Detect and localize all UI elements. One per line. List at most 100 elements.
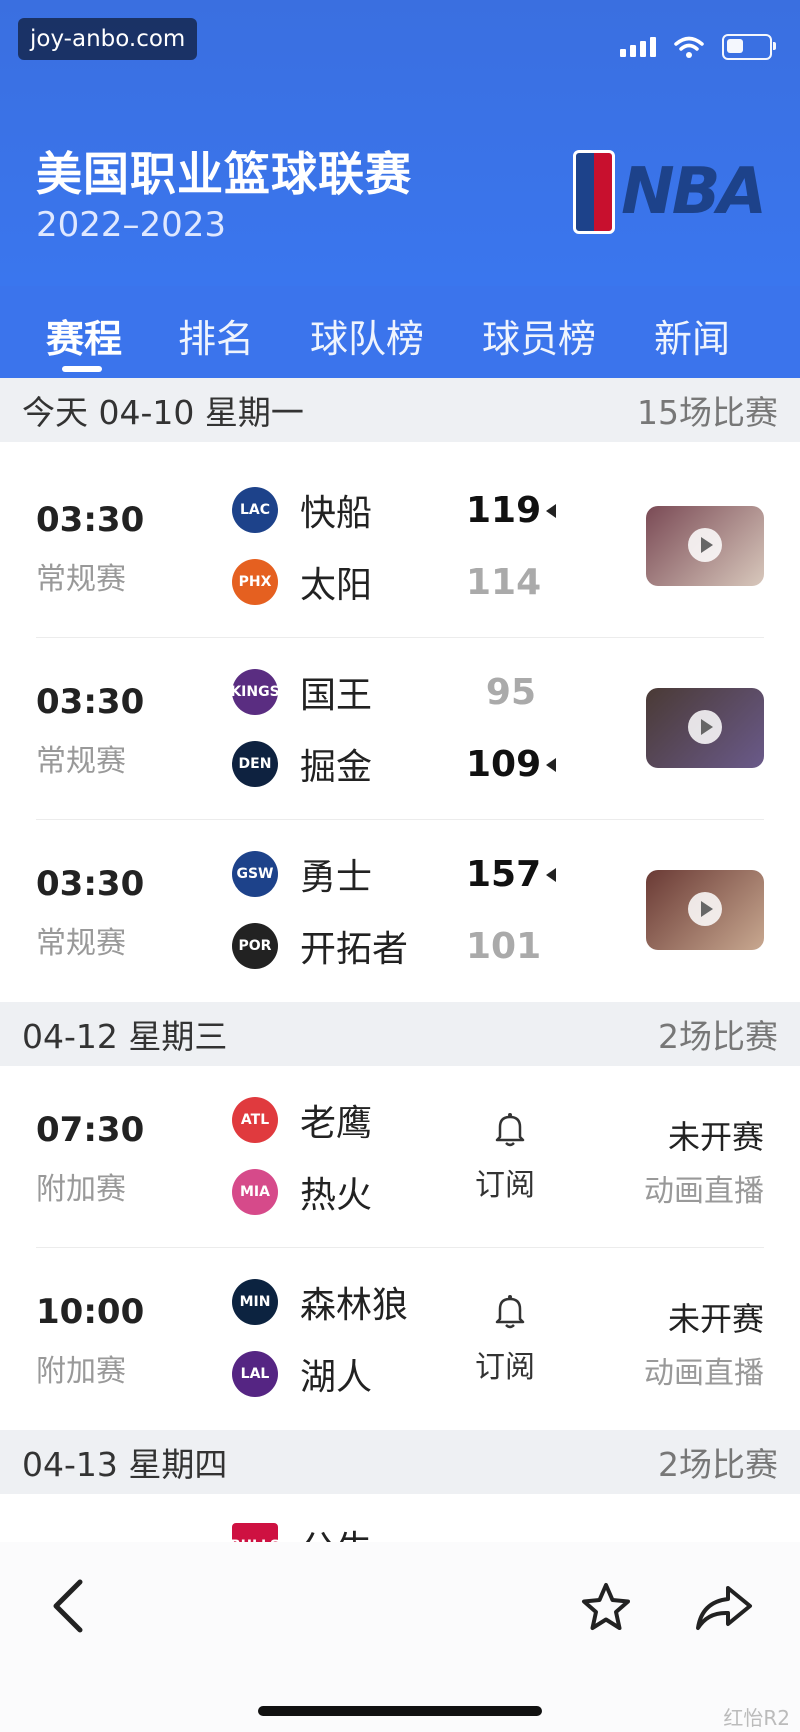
signal-icon bbox=[620, 37, 656, 57]
team-home: KINGS 国王 bbox=[230, 662, 373, 722]
subscribe-button[interactable]: 订阅 bbox=[475, 1110, 540, 1204]
game-row[interactable]: 03:30 常规赛 LAC 快船 PHX 太阳 119 114 bbox=[0, 456, 800, 638]
game-row[interactable]: 03:30 常规赛 KINGS 国王 DEN 掘金 95 109 bbox=[0, 638, 800, 820]
subscribe-button[interactable]: 订阅 bbox=[475, 1292, 540, 1386]
team-logo-icon: DEN bbox=[232, 741, 278, 787]
game-row[interactable]: 03:30 常规赛 GSW 勇士 POR 开拓者 157 101 bbox=[0, 820, 800, 1002]
status-bar bbox=[620, 34, 776, 60]
tab-team-stats[interactable]: 球队榜 bbox=[310, 308, 424, 363]
game-row[interactable]: 10:00 附加赛 MIN 森林狼 LAL 湖人 订阅 未开赛 动画直播 bbox=[0, 1248, 800, 1430]
team-logo-icon: MIN bbox=[232, 1279, 278, 1325]
star-icon[interactable] bbox=[578, 1580, 634, 1636]
subscribe-label: 订阅 bbox=[475, 1350, 535, 1385]
game-time: 03:30 bbox=[36, 500, 145, 540]
score-away: 114 bbox=[466, 562, 542, 603]
team-away: DEN 掘金 bbox=[232, 734, 372, 794]
nba-logo: NBA bbox=[573, 150, 767, 234]
team-home: MIN 森林狼 bbox=[232, 1272, 408, 1332]
tab-player-stats[interactable]: 球员榜 bbox=[482, 308, 596, 363]
share-icon[interactable] bbox=[694, 1584, 754, 1634]
team-name: 勇士 bbox=[300, 857, 373, 898]
game-list: 07:30 附加赛 ATL 老鹰 MIA 热火 订阅 未开赛 动画直播 10:00 … bbox=[0, 1066, 800, 1430]
bell-icon bbox=[495, 1113, 525, 1147]
game-time: 03:30 bbox=[36, 864, 145, 904]
team-away: PHX 太阳 bbox=[232, 552, 372, 612]
team-logo-icon: PHX bbox=[232, 559, 278, 605]
team-name: 掘金 bbox=[300, 747, 373, 788]
team-logo-icon: ATL bbox=[232, 1097, 278, 1143]
game-row-partial[interactable]: BULLS 公牛 bbox=[0, 1494, 800, 1544]
live-mode-label[interactable]: 动画直播 bbox=[644, 1166, 764, 1210]
live-mode-label[interactable]: 动画直播 bbox=[644, 1348, 764, 1392]
bottom-toolbar: 红怡R2 bbox=[0, 1542, 800, 1732]
team-home: ATL 老鹰 bbox=[232, 1090, 372, 1150]
status-label: 未开赛 bbox=[667, 1118, 764, 1156]
game-type: 附加赛 bbox=[36, 1172, 126, 1207]
team-away: POR 开拓者 bbox=[232, 916, 408, 976]
team-logo-icon: KINGS bbox=[230, 669, 280, 715]
score-away: 109 bbox=[466, 744, 542, 785]
game-type: 常规赛 bbox=[36, 562, 126, 597]
game-count: 2场比赛 bbox=[658, 1017, 778, 1056]
team-logo-icon: BULLS bbox=[230, 1523, 280, 1544]
match-status: 未开赛 动画直播 bbox=[644, 1112, 764, 1210]
team-name: 热火 bbox=[300, 1175, 373, 1216]
match-status: 未开赛 动画直播 bbox=[644, 1294, 764, 1392]
team-name: 开拓者 bbox=[300, 929, 409, 970]
team-name: 太阳 bbox=[300, 565, 373, 606]
team-name: 国王 bbox=[300, 675, 373, 716]
tab-schedule[interactable]: 赛程 bbox=[46, 308, 122, 363]
game-type: 常规赛 bbox=[36, 926, 126, 961]
team-logo-icon: MIA bbox=[232, 1169, 278, 1215]
game-time: 07:30 bbox=[36, 1110, 145, 1150]
winner-arrow-icon bbox=[546, 758, 556, 772]
winner-arrow-icon bbox=[546, 868, 556, 882]
date-label: 04-12 星期三 bbox=[22, 1017, 228, 1056]
watermark-url: joy-anbo.com bbox=[18, 18, 198, 60]
video-thumbnail[interactable] bbox=[646, 688, 764, 768]
team-name: 湖人 bbox=[300, 1357, 373, 1398]
winner-arrow-icon bbox=[546, 504, 556, 518]
game-time: 03:30 bbox=[36, 682, 145, 722]
tab-active-indicator bbox=[62, 366, 102, 372]
play-icon bbox=[688, 528, 722, 562]
back-icon[interactable] bbox=[48, 1576, 88, 1636]
score-home: 157 bbox=[466, 854, 542, 895]
video-thumbnail[interactable] bbox=[646, 506, 764, 586]
page-title: 美国职业篮球联赛 bbox=[36, 147, 412, 201]
status-label: 未开赛 bbox=[667, 1300, 764, 1338]
game-row[interactable]: 07:30 附加赛 ATL 老鹰 MIA 热火 订阅 未开赛 动画直播 bbox=[0, 1066, 800, 1248]
team-name: 快船 bbox=[300, 493, 373, 534]
score-away: 101 bbox=[466, 926, 542, 967]
team-home: BULLS 公牛 bbox=[230, 1516, 372, 1544]
team-logo-icon: POR bbox=[232, 923, 278, 969]
team-name: 公牛 bbox=[300, 1520, 372, 1544]
game-time: 10:00 bbox=[36, 1292, 145, 1332]
team-home: LAC 快船 bbox=[232, 480, 372, 540]
season-label: 2022–2023 bbox=[36, 205, 227, 245]
team-logo-icon: LAL bbox=[232, 1351, 278, 1397]
subscribe-label: 订阅 bbox=[475, 1168, 535, 1203]
game-type: 附加赛 bbox=[36, 1354, 126, 1389]
date-label: 今天 04-10 星期一 bbox=[22, 393, 304, 432]
date-header: 今天 04-10 星期一 15场比赛 bbox=[0, 378, 800, 442]
team-away: LAL 湖人 bbox=[232, 1344, 372, 1404]
tab-bar: 赛程 排名 球队榜 球员榜 新闻 bbox=[0, 286, 800, 378]
date-header: 04-12 星期三 2场比赛 bbox=[0, 1002, 800, 1066]
tab-news[interactable]: 新闻 bbox=[654, 308, 730, 363]
game-count: 15场比赛 bbox=[637, 393, 778, 432]
date-label: 04-13 星期四 bbox=[22, 1445, 228, 1484]
nba-logo-mark bbox=[573, 150, 616, 234]
play-icon bbox=[688, 710, 722, 744]
video-thumbnail[interactable] bbox=[646, 870, 764, 950]
team-logo-icon: GSW bbox=[232, 851, 278, 897]
bell-icon bbox=[495, 1295, 525, 1329]
team-away: MIA 热火 bbox=[232, 1162, 372, 1222]
tab-ranking[interactable]: 排名 bbox=[178, 308, 254, 363]
wifi-icon bbox=[674, 36, 704, 58]
game-list: 03:30 常规赛 LAC 快船 PHX 太阳 119 114 03:30 常规赛 … bbox=[0, 442, 800, 1002]
team-home: GSW 勇士 bbox=[232, 844, 372, 904]
game-type: 常规赛 bbox=[36, 744, 126, 779]
date-header: 04-13 星期四 2场比赛 bbox=[0, 1430, 800, 1494]
app-header: joy-anbo.com 美国职业篮球联赛 2022–2023 NBA bbox=[0, 0, 800, 286]
